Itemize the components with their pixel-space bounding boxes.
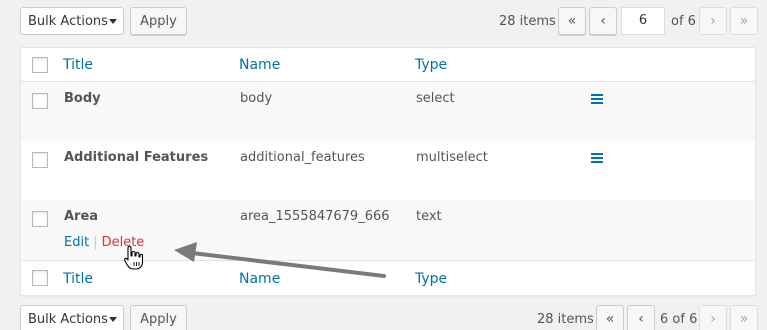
select-all-checkbox-footer[interactable] [32,270,48,286]
page-display: 6 of 6 [660,311,698,327]
row-name: area_1555847679_666 [240,209,390,224]
last-page-button[interactable]: » [730,305,758,330]
table-footer-row: Title Name Type [21,260,755,296]
row-checkbox[interactable] [32,93,48,109]
row-title[interactable]: Additional Features [64,150,208,165]
apply-button[interactable]: Apply [130,305,187,330]
column-type-footer[interactable]: Type [415,271,447,287]
prev-page-button[interactable]: ‹ [589,7,617,35]
column-type-header[interactable]: Type [415,57,447,73]
delete-link[interactable]: Delete [102,235,145,250]
items-count: 28 items [499,13,556,29]
select-all-checkbox[interactable] [32,57,48,73]
table-header-row: Title Name Type [21,48,755,82]
column-title-header[interactable]: Title [63,57,93,73]
column-title-footer[interactable]: Title [63,271,93,287]
items-count: 28 items [537,311,594,327]
chevron-down-icon [109,317,117,322]
hamburger-icon[interactable] [591,153,603,163]
row-actions-separator: | [93,235,98,250]
bulk-actions-select[interactable]: Bulk Actions [20,305,124,330]
row-type: text [416,209,442,224]
row-checkbox[interactable] [32,211,48,227]
edit-link[interactable]: Edit [64,235,89,250]
bulk-actions-label: Bulk Actions [28,13,108,29]
bulk-actions-label: Bulk Actions [28,311,108,327]
column-name-header[interactable]: Name [239,57,280,73]
hamburger-icon[interactable] [591,94,603,104]
fields-table: Title Name Type Body body select Additio… [20,47,756,296]
row-title[interactable]: Body [64,91,101,106]
row-name: body [240,91,273,106]
last-page-button[interactable]: » [730,7,758,35]
first-page-button[interactable]: « [596,305,624,330]
bulk-actions-select[interactable]: Bulk Actions [20,7,124,35]
column-name-footer[interactable]: Name [239,271,280,287]
row-type: select [416,91,455,106]
bottom-tablenav: Bulk Actions Apply 28 items « ‹ 6 of 6 ›… [20,305,758,330]
row-actions: Edit | Delete [64,235,144,250]
row-title[interactable]: Area [64,209,98,224]
row-checkbox[interactable] [32,152,48,168]
top-tablenav: Bulk Actions Apply 28 items « ‹ 6 of 6 ›… [20,7,758,35]
table-row: Additional Features additional_features … [21,141,755,200]
chevron-down-icon [109,19,117,24]
total-pages-label: of 6 [671,13,696,29]
first-page-button[interactable]: « [558,7,586,35]
prev-page-button[interactable]: ‹ [627,305,655,330]
current-page-input[interactable]: 6 [621,7,665,35]
apply-button[interactable]: Apply [130,7,187,35]
next-page-button[interactable]: › [699,7,727,35]
row-type: multiselect [416,150,488,165]
table-row: Area area_1555847679_666 text Edit | Delet… [21,200,755,260]
row-name: additional_features [240,150,365,165]
next-page-button[interactable]: › [699,305,727,330]
table-row: Body body select [21,82,755,141]
